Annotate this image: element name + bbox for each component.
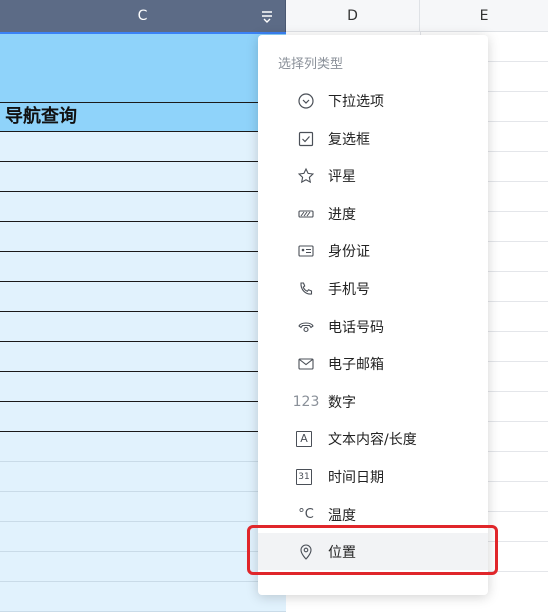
- menu-item-label: 电话号码: [328, 319, 384, 336]
- menu-item-label: 数字: [328, 394, 356, 411]
- menu-item[interactable]: 电话号码: [258, 308, 488, 345]
- menu-item[interactable]: 31 时间日期: [258, 458, 488, 495]
- menu-item-label: 温度: [328, 507, 356, 524]
- table-row[interactable]: [0, 552, 286, 582]
- menu-item[interactable]: A 文本内容/长度: [258, 420, 488, 457]
- table-row[interactable]: [0, 582, 286, 612]
- menu-item[interactable]: 进度: [258, 195, 488, 232]
- menu-item-label: 电子邮箱: [328, 356, 384, 373]
- menu-header: 选择列类型: [278, 57, 344, 72]
- menu-item-label: 时间日期: [328, 469, 384, 486]
- telephone-icon: [296, 317, 316, 337]
- id-card-icon: [296, 241, 316, 261]
- progress-icon: [296, 204, 316, 224]
- menu-item[interactable]: 复选框: [258, 120, 488, 157]
- menu-item[interactable]: 下拉选项: [258, 82, 488, 119]
- column-header-d[interactable]: D: [286, 0, 420, 32]
- menu-item[interactable]: 身份证: [258, 232, 488, 269]
- table-row[interactable]: [0, 462, 286, 492]
- star-icon: [296, 166, 316, 186]
- column-menu-icon[interactable]: [259, 8, 275, 24]
- menu-item[interactable]: 电子邮箱: [258, 345, 488, 382]
- checkbox-icon: [296, 129, 316, 149]
- table-row[interactable]: [0, 492, 286, 522]
- menu-item-label: 评星: [328, 168, 356, 185]
- menu-item-label: 进度: [328, 206, 356, 223]
- table-row[interactable]: [0, 432, 286, 462]
- table-row[interactable]: [0, 252, 286, 282]
- menu-item-label: 下拉选项: [328, 93, 384, 110]
- table-row[interactable]: [0, 162, 286, 192]
- table-row[interactable]: [0, 132, 286, 162]
- table-row[interactable]: [0, 342, 286, 372]
- menu-item[interactable]: 123 数字: [258, 383, 488, 420]
- menu-item-label: 手机号: [328, 281, 370, 298]
- highlight-box: [247, 525, 498, 575]
- title-cell[interactable]: 导航查询: [0, 102, 286, 132]
- table-row[interactable]: [0, 312, 286, 342]
- menu-item[interactable]: 评星: [258, 157, 488, 194]
- temperature-icon: °C: [298, 507, 314, 522]
- table-row[interactable]: [0, 522, 286, 552]
- menu-item-label: 复选框: [328, 131, 370, 148]
- column-c-label: C: [137, 8, 148, 24]
- number-icon: 123: [292, 393, 320, 410]
- menu-item-label: 文本内容/长度: [328, 431, 417, 448]
- menu-item[interactable]: 手机号: [258, 270, 488, 307]
- phone-icon: [296, 279, 316, 299]
- column-d-label: D: [347, 7, 358, 24]
- mail-icon: [296, 354, 316, 374]
- column-header-e[interactable]: E: [420, 0, 548, 32]
- table-row[interactable]: [0, 282, 286, 312]
- table-row[interactable]: [0, 372, 286, 402]
- dropdown-circle-icon: [296, 91, 316, 111]
- column-header-c[interactable]: C: [0, 0, 286, 32]
- merged-header-cell[interactable]: [0, 34, 286, 102]
- calendar-icon: 31: [296, 468, 312, 485]
- text-icon: A: [296, 430, 312, 447]
- table-row[interactable]: [0, 402, 286, 432]
- table-row[interactable]: [0, 222, 286, 252]
- menu-item-label: 身份证: [328, 243, 370, 260]
- table-row[interactable]: [0, 192, 286, 222]
- column-e-label: E: [479, 7, 489, 24]
- column-type-menu: 选择列类型 下拉选项复选框评星进度身份证手机号电话号码电子邮箱 123 数字 A 文本内…: [258, 35, 488, 595]
